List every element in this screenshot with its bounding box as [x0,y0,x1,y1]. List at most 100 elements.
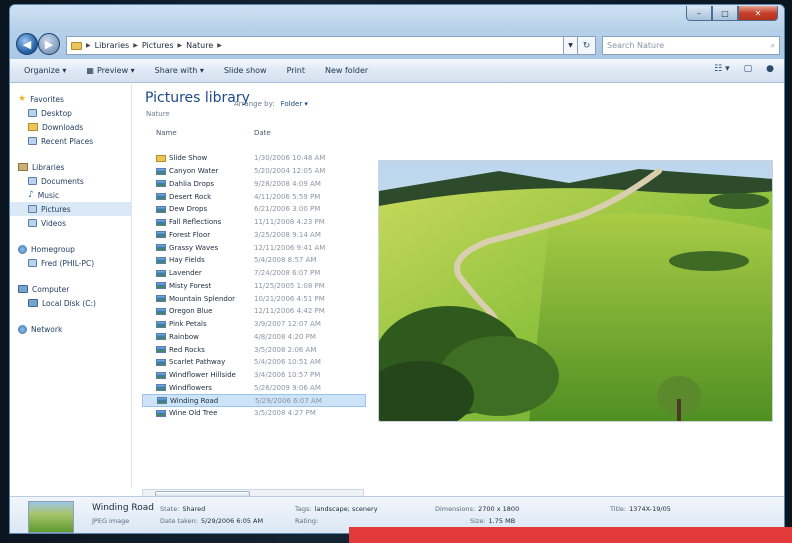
details-file-name: Winding Road [92,503,154,513]
search-icon: ⌕ [770,40,775,50]
file-row[interactable]: Canyon Water 5/20/2004 12:05 AM [142,165,366,178]
chevron-right-icon: ▶ [177,42,183,49]
details-size: Size: 1.75 MB [470,517,515,525]
image-file-icon [156,180,166,188]
nav-music[interactable]: ♪ Music [10,188,131,202]
file-name-cell: Windflower Hillside [142,371,254,379]
help-icon[interactable]: ● [766,64,774,74]
preview-menu[interactable]: ▦ Preview ▾ [86,66,134,75]
column-header-date[interactable]: Date [254,129,271,143]
nav-computer[interactable]: Computer [10,282,131,296]
nav-homegroup-user[interactable]: Fred (PHIL-PC) [10,256,131,270]
nav-label: Homegroup [31,244,75,254]
slide-show-button[interactable]: Slide show [224,66,267,75]
breadcrumb-pictures[interactable]: Pictures [142,41,174,50]
address-dropdown-button[interactable]: ▼ [564,36,578,55]
field-label: Tags: [295,505,312,513]
user-icon [28,259,37,267]
nav-label: Computer [32,284,70,294]
image-preview [378,160,773,422]
refresh-button[interactable]: ↻ [578,36,596,55]
file-row[interactable]: Rainbow 4/8/2008 4:20 PM [142,331,366,344]
maximize-button[interactable]: □ [712,6,738,21]
caption-buttons: – □ ✕ [686,6,778,21]
nav-local-disk[interactable]: Local Disk (C:) [10,296,131,310]
share-with-menu[interactable]: Share with ▾ [155,66,204,75]
address-bar[interactable]: ▶ Libraries ▶ Pictures ▶ Nature ▶ [66,36,564,55]
folder-icon [156,154,166,162]
file-date: 11/11/2008 4:23 PM [254,218,325,227]
nav-recent-places[interactable]: Recent Places [10,134,131,148]
file-date: 5/4/2006 10:51 AM [254,358,321,367]
file-date: 7/24/2008 6:07 PM [254,269,321,278]
arrange-dropdown[interactable]: Folder ▾ [281,100,308,108]
file-row[interactable]: Windflower Hillside 3/4/2006 10:57 PM [142,369,366,382]
search-input[interactable]: Search Nature ⌕ [602,36,780,55]
file-row[interactable]: Windflowers 5/26/2009 9:06 AM [142,382,366,395]
nav-homegroup[interactable]: Homegroup [10,242,131,256]
nav-downloads[interactable]: Downloads [10,120,131,134]
file-row[interactable]: Hay Fields 5/4/2008 8:57 AM [142,254,366,267]
column-header-name[interactable]: Name [142,129,254,143]
view-options-icon[interactable]: ☷ ▾ [714,64,729,74]
field-value[interactable]: landscape; scenery [315,505,378,513]
breadcrumb-nature[interactable]: Nature [186,41,213,50]
field-value: 5/29/2006 6:05 AM [200,517,264,525]
nav-favorites[interactable]: ★ Favorites [10,92,131,106]
file-row[interactable]: Winding Road 5/29/2006 6:07 AM [142,394,366,407]
network-icon [18,324,27,334]
file-date: 5/29/2006 6:07 AM [255,396,322,405]
nav-documents[interactable]: Documents [10,174,131,188]
details-state: State: Shared [160,505,205,513]
file-row[interactable]: Wine Old Tree 3/5/2008 4:27 PM [142,407,366,420]
nav-libraries[interactable]: Libraries [10,160,131,174]
file-date: 1/30/2006 10:48 AM [254,154,326,163]
file-row[interactable]: Misty Forest 11/25/2005 1:08 PM [142,280,366,293]
nav-label: Desktop [41,108,72,118]
file-name: Rainbow [169,332,199,341]
nav-network[interactable]: Network [10,322,131,336]
file-row[interactable]: Fall Reflections 11/11/2008 4:23 PM [142,216,366,229]
close-button[interactable]: ✕ [738,6,778,21]
print-button[interactable]: Print [287,66,305,75]
organize-menu[interactable]: Organize ▾ [24,66,66,75]
file-name-cell: Desert Rock [142,193,254,201]
file-row[interactable]: Mountain Splendor 10/21/2006 4:51 PM [142,292,366,305]
file-row[interactable]: Dahlia Drops 9/28/2008 4:09 AM [142,178,366,191]
file-name-cell: Dew Drops [142,205,254,213]
image-file-icon [156,371,166,379]
title-bar: – □ ✕ ◀ ▶ ▶ Libraries ▶ Pictures ▶ Natur… [10,5,784,59]
arrange-by: Arrange by: Folder ▾ [234,100,308,108]
new-folder-button[interactable]: New folder [325,66,368,75]
file-row[interactable]: Oregon Blue 12/11/2006 4:42 PM [142,305,366,318]
file-date: 12/11/2006 4:42 PM [254,307,325,316]
image-file-icon [156,384,166,392]
pictures-icon [28,205,37,213]
preview-pane-icon[interactable]: ▢ [744,64,753,74]
file-row[interactable]: Red Rocks 3/5/2008 2:06 AM [142,343,366,356]
details-file-type: JPEG image [92,517,130,525]
nav-videos[interactable]: Videos [10,216,131,230]
column-headers: Name Date [142,129,366,143]
file-row[interactable]: Lavender 7/24/2008 6:07 PM [142,267,366,280]
file-row[interactable]: Scarlet Pathway 5/4/2006 10:51 AM [142,356,366,369]
forward-button[interactable]: ▶ [38,33,60,55]
nav-pictures[interactable]: Pictures [10,202,131,216]
breadcrumb-libraries[interactable]: Libraries [95,41,130,50]
file-date: 3/4/2006 10:57 PM [254,371,321,380]
file-row[interactable]: Slide Show 1/30/2006 10:48 AM [142,152,366,165]
field-value[interactable]: 1374X-19/05 [629,505,671,513]
arrange-label: Arrange by: [234,100,275,108]
preview-label: Preview ▾ [96,66,135,75]
file-row[interactable]: Forest Floor 3/25/2008 9:14 AM [142,229,366,242]
image-file-icon [157,397,167,405]
file-row[interactable]: Grassy Waves 12/11/2006 9:41 AM [142,241,366,254]
file-row[interactable]: Dew Drops 6/21/2006 3:00 PM [142,203,366,216]
back-button[interactable]: ◀ [16,33,38,55]
nav-desktop[interactable]: Desktop [10,106,131,120]
minimize-button[interactable]: – [686,6,712,21]
nav-label: Fred (PHIL-PC) [41,258,95,268]
file-name-cell: Forest Floor [142,231,254,239]
file-row[interactable]: Pink Petals 3/9/2007 12:07 AM [142,318,366,331]
file-row[interactable]: Desert Rock 4/11/2006 5:59 PM [142,190,366,203]
